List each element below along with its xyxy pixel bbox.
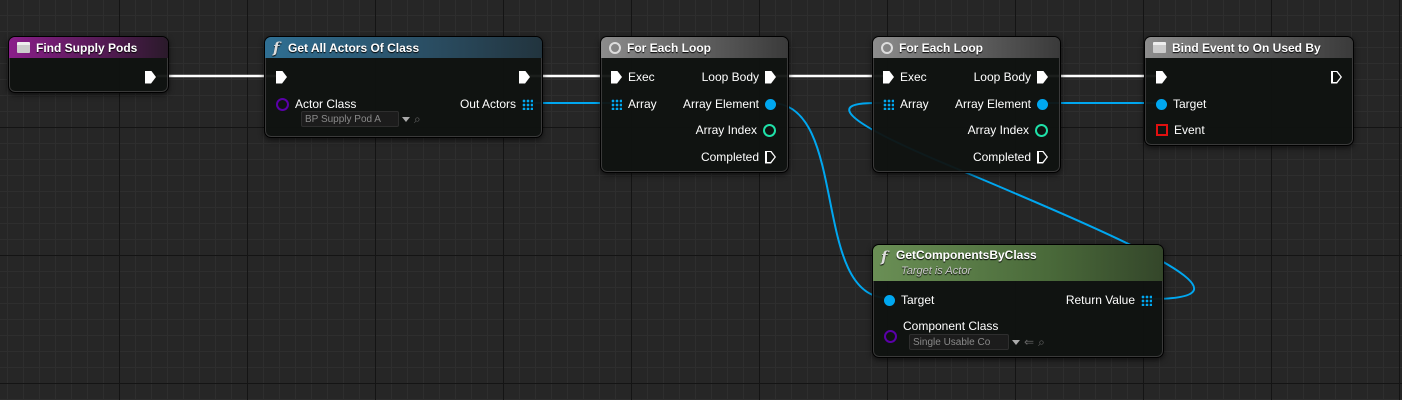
node-title: Get All Actors Of Class (288, 40, 420, 55)
actor-class-combo[interactable]: BP Supply Pod A ⌕ (301, 111, 421, 127)
node-title: For Each Loop (627, 40, 711, 55)
array-element-label: Array Element (682, 97, 759, 111)
array-label: Array (628, 97, 657, 111)
exec-output-pin[interactable] (765, 70, 776, 84)
class-input-pin[interactable] (884, 329, 897, 343)
component-class-label: Component Class (903, 319, 999, 333)
array-input-pin[interactable] (883, 98, 894, 110)
actor-class-value: BP Supply Pod A (301, 111, 399, 127)
node-header[interactable]: f Get All Actors Of Class (265, 37, 542, 58)
search-icon[interactable]: ⌕ (414, 112, 421, 127)
exec-input-pin[interactable] (611, 70, 622, 84)
chevron-down-icon[interactable] (402, 116, 410, 122)
node-title: Find Supply Pods (36, 40, 138, 55)
actor-class-label: Actor Class (295, 97, 357, 111)
array-input-pin[interactable] (611, 98, 622, 110)
delegate-input-pin[interactable] (1156, 124, 1168, 136)
out-actors-label: Out Actors (459, 97, 516, 111)
exec-output-pin[interactable] (1037, 70, 1048, 84)
exec-input-pin[interactable] (276, 70, 287, 84)
arrow-left-icon[interactable]: ⇐ (1024, 335, 1034, 349)
completed-label: Completed (972, 150, 1031, 164)
exec-output-pin[interactable] (519, 70, 530, 84)
node-get-components-by-class[interactable]: f GetComponentsByClass Target is Actor T… (872, 244, 1164, 358)
event-label: Event (1174, 123, 1205, 137)
node-header[interactable]: f GetComponentsByClass Target is Actor (873, 245, 1163, 281)
exec-label: Exec (900, 70, 927, 84)
completed-label: Completed (700, 150, 759, 164)
node-title: GetComponentsByClass (896, 248, 1037, 262)
component-class-value: Single Usable Co (909, 334, 1009, 350)
node-header[interactable]: Bind Event to On Used By (1145, 37, 1353, 58)
event-node-icon (17, 42, 30, 53)
search-icon[interactable]: ⌕ (1038, 335, 1045, 350)
object-output-pin[interactable] (1037, 98, 1048, 110)
target-label: Target (1173, 97, 1207, 111)
loop-body-label: Loop Body (701, 70, 759, 84)
object-output-pin[interactable] (765, 98, 776, 110)
exec-output-pin[interactable] (145, 70, 156, 84)
node-find-supply-pods[interactable]: Find Supply Pods (8, 36, 169, 93)
event-node-icon (1153, 42, 1166, 53)
function-f-icon: f (273, 38, 280, 57)
array-output-pin[interactable] (1141, 294, 1152, 306)
return-value-label: Return Value (1065, 293, 1135, 307)
int-output-pin[interactable] (1035, 123, 1048, 137)
object-input-pin[interactable] (1156, 98, 1167, 110)
node-header[interactable]: For Each Loop (873, 37, 1060, 58)
exec-output-pin[interactable] (1331, 70, 1342, 84)
node-for-each-loop-1[interactable]: For Each Loop Exec Array Loop Body Array… (600, 36, 789, 173)
loop-macro-icon (881, 41, 893, 54)
node-header[interactable]: For Each Loop (601, 37, 788, 58)
target-label: Target (901, 293, 935, 307)
int-output-pin[interactable] (763, 123, 776, 137)
exec-output-pin[interactable] (765, 150, 776, 164)
array-label: Array (900, 97, 929, 111)
function-f-icon: f (881, 248, 888, 266)
node-subtitle: Target is Actor (901, 265, 972, 277)
exec-input-pin[interactable] (883, 70, 894, 84)
class-input-pin[interactable] (276, 97, 289, 111)
node-header[interactable]: Find Supply Pods (9, 37, 168, 58)
component-class-combo[interactable]: Single Usable Co ⇐ ⌕ (909, 334, 1045, 350)
loop-body-label: Loop Body (973, 70, 1031, 84)
chevron-down-icon[interactable] (1012, 339, 1020, 345)
exec-output-pin[interactable] (1037, 150, 1048, 164)
array-output-pin[interactable] (522, 98, 533, 110)
node-title: Bind Event to On Used By (1172, 40, 1321, 55)
node-get-all-actors-of-class[interactable]: f Get All Actors Of Class Actor Class BP… (264, 36, 543, 138)
array-index-label: Array Index (967, 123, 1029, 137)
node-bind-event[interactable]: Bind Event to On Used By Target Event (1144, 36, 1354, 146)
exec-input-pin[interactable] (1156, 70, 1167, 84)
object-input-pin[interactable] (884, 294, 895, 306)
array-index-label: Array Index (695, 123, 757, 137)
loop-macro-icon (609, 41, 621, 54)
array-element-label: Array Element (954, 97, 1031, 111)
node-for-each-loop-2[interactable]: For Each Loop Exec Array Loop Body Array… (872, 36, 1061, 173)
node-title: For Each Loop (899, 40, 983, 55)
exec-label: Exec (628, 70, 655, 84)
